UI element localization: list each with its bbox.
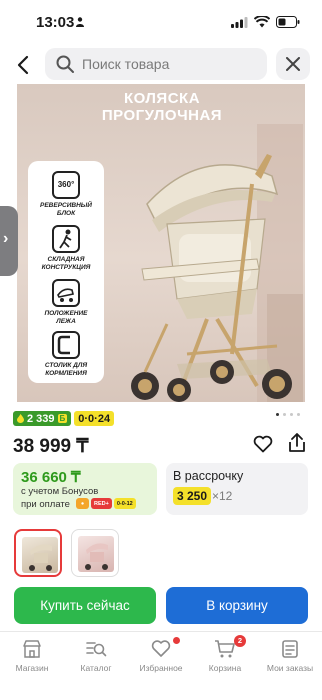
- feature-label-3b: ЛЕЖА: [56, 317, 76, 325]
- cart-icon: [215, 640, 235, 658]
- variant-thumbnail[interactable]: [71, 529, 119, 577]
- cart-count-badge: 2: [234, 635, 246, 647]
- image-title-line1: КОЛЯСКА: [123, 90, 201, 107]
- product-price: 38 999 ₸: [13, 436, 89, 457]
- payment-logos: ● RED+ 0-0-12: [76, 498, 136, 509]
- features-panel: 360° РЕВЕРСИВНЫЙ БЛОК СКЛАДНАЯ КОНСТРУКЦ…: [28, 161, 104, 383]
- recline-icon: [52, 279, 80, 307]
- pagination-dot[interactable]: [276, 413, 279, 416]
- tab-favorites[interactable]: Избранное: [129, 637, 193, 673]
- bonus-price-card[interactable]: 36 660 ₸ с учетом Бонусов при оплате ● R…: [13, 463, 157, 515]
- variant-thumbnail-image: [78, 536, 114, 572]
- image-title-line2: ПРОГУЛОЧНАЯ: [101, 107, 223, 124]
- feature-label-1a: РЕВЕРСИВНЫЙ: [40, 202, 92, 209]
- bottom-tab-bar: Магазин Каталог Избранное 2 Корзина Мои …: [0, 631, 322, 700]
- feature-folding: СКЛАДНАЯ КОНСТРУКЦИЯ: [28, 225, 104, 271]
- buy-now-button[interactable]: Купить сейчас: [14, 587, 156, 624]
- stroller-illustration: [131, 124, 303, 402]
- tab-label: Каталог: [80, 663, 112, 673]
- pagination-dot[interactable]: [290, 413, 293, 416]
- feature-label-4a: СТОЛИК ДЛЯ: [44, 362, 88, 369]
- rotate-360-icon: 360°: [52, 171, 80, 199]
- bonus-payment-note: при оплате: [21, 499, 70, 510]
- chevron-right-icon: ›: [3, 230, 9, 247]
- search-header: Поиск товара: [0, 48, 322, 82]
- back-arrow-icon[interactable]: [14, 54, 34, 76]
- promo-badges: 2 339 Б 0·0·24: [13, 411, 115, 426]
- flame-icon: [17, 414, 24, 423]
- orders-icon: [282, 640, 298, 658]
- bonus-badge: 2 339 Б: [13, 411, 72, 426]
- fold-person-icon: [52, 225, 80, 253]
- bonus-badge-value: 2 339: [27, 412, 55, 425]
- feature-tray: СТОЛИК ДЛЯ КОРМЛЕНИЯ: [28, 331, 104, 377]
- bonus-price: 36 660 ₸: [21, 469, 81, 486]
- product-image[interactable]: КОЛЯСКА ПРОГУЛОЧНАЯ 360° РЕВЕРСИВНЫЙ БЛО…: [17, 84, 305, 402]
- feature-reversible: 360° РЕВЕРСИВНЫЙ БЛОК: [28, 171, 104, 217]
- tab-catalog[interactable]: Каталог: [64, 639, 128, 673]
- close-button[interactable]: [276, 48, 310, 80]
- installment-badge: 0·0·24: [74, 411, 115, 426]
- side-expand-tab[interactable]: ›: [0, 206, 18, 276]
- tab-cart[interactable]: 2 Корзина: [193, 635, 257, 673]
- status-time: 13:03: [36, 14, 75, 31]
- tab-store[interactable]: Магазин: [0, 639, 64, 673]
- tray-icon: [52, 331, 80, 359]
- search-placeholder: Поиск товара: [82, 56, 170, 72]
- person-icon: [76, 17, 84, 27]
- store-icon: [23, 640, 41, 658]
- tab-label: Избранное: [139, 663, 183, 673]
- installment-title: В рассрочку: [173, 469, 244, 483]
- feature-label-2b: КОНСТРУКЦИЯ: [41, 263, 91, 271]
- close-icon: [286, 57, 300, 71]
- status-bar: 13:03: [0, 0, 322, 46]
- feature-recline: ПОЛОЖЕНИЕ ЛЕЖА: [28, 279, 104, 325]
- installment-card[interactable]: В рассрочку 3 250 ×12: [166, 463, 308, 515]
- installment-months: ×12: [212, 489, 233, 503]
- heart-icon[interactable]: [253, 435, 273, 453]
- installment-amount: 3 250: [173, 487, 212, 505]
- search-icon: [56, 55, 74, 73]
- search-input[interactable]: Поиск товара: [45, 48, 267, 80]
- image-title: КОЛЯСКА ПРОГУЛОЧНАЯ: [67, 90, 257, 124]
- share-icon[interactable]: [288, 433, 306, 453]
- product-page: 13:03 Поиск товара КОЛЯСКА ПРОГУЛОЧНАЯ 3…: [0, 0, 322, 700]
- red-plus-logo: RED+: [91, 498, 112, 509]
- image-pagination: [276, 413, 300, 416]
- bonus-badge-currency: Б: [57, 414, 68, 423]
- tab-label: Мои заказы: [266, 663, 314, 673]
- pagination-dot[interactable]: [283, 413, 286, 416]
- status-icons: [231, 16, 300, 28]
- wifi-icon: [254, 16, 270, 28]
- bank-logo-icon: ●: [76, 498, 89, 509]
- pagination-dot[interactable]: [297, 413, 300, 416]
- signal-icon: [231, 16, 248, 28]
- variant-thumbnail-image: [22, 537, 58, 573]
- installment-logo: 0-0-12: [113, 498, 136, 509]
- add-to-cart-button[interactable]: В корзину: [166, 587, 308, 624]
- bonus-note: с учетом Бонусов: [21, 486, 99, 497]
- notification-dot: [173, 637, 180, 644]
- feature-label-3a: ПОЛОЖЕНИЕ: [44, 310, 88, 317]
- tab-label: Корзина: [208, 663, 242, 673]
- tab-orders[interactable]: Мои заказы: [258, 639, 322, 673]
- feature-label-4b: КОРМЛЕНИЯ: [45, 369, 87, 377]
- catalog-search-icon: [86, 642, 107, 657]
- battery-icon: [276, 16, 300, 28]
- feature-label-1b: БЛОК: [56, 209, 76, 217]
- heart-icon: [151, 640, 171, 657]
- variant-thumbnail[interactable]: [14, 529, 62, 577]
- feature-label-2a: СКЛАДНАЯ: [47, 256, 85, 263]
- tab-label: Магазин: [15, 663, 49, 673]
